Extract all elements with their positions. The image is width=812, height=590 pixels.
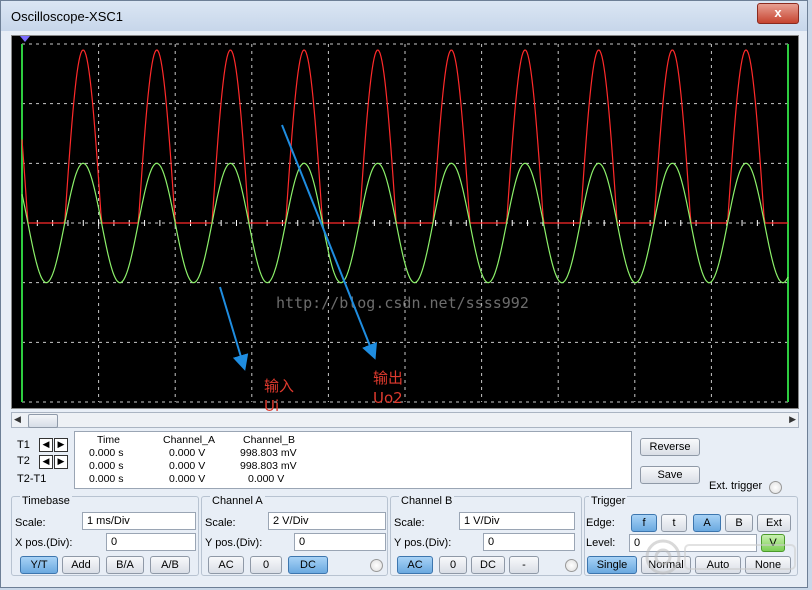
reverse-button[interactable]: Reverse [640,438,700,456]
timebase-scale-label: Scale: [15,517,46,529]
input-annotation-sub: Ui [264,397,280,415]
channel-b-ypos-field[interactable]: 0 [483,533,575,551]
trigger-source-a-button[interactable]: A [693,514,721,532]
cursor-t2-label: T2 [17,455,30,467]
channel-b-dc-button[interactable]: DC [471,556,505,574]
title-bar: Oscilloscope-XSC1 x [1,1,807,31]
timebase-label: Timebase [20,495,72,507]
readout-cell: 998.803 mV [240,460,297,472]
channel-a-group: Channel A Scale: 2 V/Div Y pos.(Div): 0 … [201,495,388,576]
timebase-scale-field[interactable]: 1 ms/Div [82,512,196,530]
scope-display [11,35,799,409]
scroll-right-icon[interactable]: ▶ [789,414,796,425]
t1-left-arrow-icon[interactable]: ◀ [39,438,53,452]
timebase-xpos-field[interactable]: 0 [106,533,196,551]
channel-b-scale-field[interactable]: 1 V/Div [459,512,575,530]
single-mode-button[interactable]: Single [587,556,637,574]
ba-mode-button[interactable]: B/A [106,556,144,574]
channel-b-zero-button[interactable]: 0 [439,556,467,574]
window-title: Oscilloscope-XSC1 [11,9,123,24]
measurement-readout: Time Channel_A Channel_B 0.000 s 0.000 V… [74,431,632,489]
channel-a-zero-button[interactable]: 0 [250,556,282,574]
falling-edge-icon: t [672,517,676,529]
channel-b-label: Channel B [399,495,455,507]
cursor-t2t1-label: T2-T1 [17,473,47,485]
channel-a-scale-field[interactable]: 2 V/Div [268,512,386,530]
scroll-left-icon[interactable]: ◀ [14,414,21,425]
channel-b-ypos-label: Y pos.(Div): [394,537,452,549]
timebase-group: Timebase Scale: 1 ms/Div X pos.(Div): 0 … [11,495,199,576]
trigger-source-b-button[interactable]: B [725,514,753,532]
input-annotation: 输入 Ui [264,376,294,416]
readout-cell: 0.000 s [89,447,124,459]
channel-b-scale-label: Scale: [394,517,425,529]
trigger-level-label: Level: [586,537,616,549]
watermark-text: http://blog.csdn.net/ssss992 [276,294,529,312]
readout-cell: 0.000 s [89,473,124,485]
cursor-t1-label: T1 [17,439,30,451]
output-annotation-sub: Uo2 [373,389,403,407]
input-annotation-label: 输入 [264,377,295,395]
channel-a-ypos-label: Y pos.(Div): [205,537,263,549]
channel-a-dc-button[interactable]: DC [288,556,328,574]
t2-left-arrow-icon[interactable]: ◀ [39,455,53,469]
rising-edge-icon: f [642,517,646,529]
output-annotation: 输出 Uo2 [373,368,403,408]
readout-cell: 0.000 V [169,447,206,459]
horizontal-scrollbar[interactable]: ◀ ▶ [11,412,799,428]
readout-header-time: Time [97,434,120,446]
timebase-xpos-label: X pos.(Div): [15,537,73,549]
trigger-edge-label: Edge: [586,517,615,529]
ab-mode-button[interactable]: A/B [150,556,190,574]
t1-right-arrow-icon[interactable]: ▶ [54,438,68,452]
rising-edge-button[interactable]: f [631,514,657,532]
scroll-thumb[interactable] [28,414,58,428]
add-mode-button[interactable]: Add [62,556,100,574]
trigger-source-ext-button[interactable]: Ext [757,514,791,532]
channel-a-color-radio[interactable] [370,559,383,572]
readout-cell: 998.803 mV [240,447,297,459]
readout-header-channel-a: Channel_A [163,434,215,446]
yt-mode-button[interactable]: Y/T [20,556,58,574]
readout-cell: 0.000 s [89,460,124,472]
close-button[interactable]: x [757,3,799,24]
ext-trigger-radio[interactable] [769,481,782,494]
channel-b-group: Channel B Scale: 1 V/Div Y pos.(Div): 0 … [390,495,582,576]
channel-a-ac-button[interactable]: AC [208,556,244,574]
channel-a-ypos-field[interactable]: 0 [294,533,386,551]
output-annotation-label: 输出 [373,369,404,387]
channel-b-invert-button[interactable]: - [509,556,539,574]
cursor-controls: T1 ◀ ▶ T2 ◀ ▶ T2-T1 [15,433,75,491]
trigger-label: Trigger [589,495,628,507]
waveform-plot [20,36,789,403]
channel-a-scale-label: Scale: [205,517,236,529]
ext-trigger-label: Ext. trigger [709,480,763,492]
watermark-logo-icon [645,539,796,575]
readout-cell: 0.000 V [248,473,285,485]
channel-b-ac-button[interactable]: AC [397,556,433,574]
channel-a-label: Channel A [210,495,265,507]
readout-cell: 0.000 V [169,473,206,485]
readout-header-channel-b: Channel_B [243,434,295,446]
falling-edge-button[interactable]: t [661,514,687,532]
channel-b-color-radio[interactable] [565,559,578,572]
t2-right-arrow-icon[interactable]: ▶ [54,455,68,469]
save-button[interactable]: Save [640,466,700,484]
readout-cell: 0.000 V [169,460,206,472]
trigger-marker-icon [20,36,30,42]
